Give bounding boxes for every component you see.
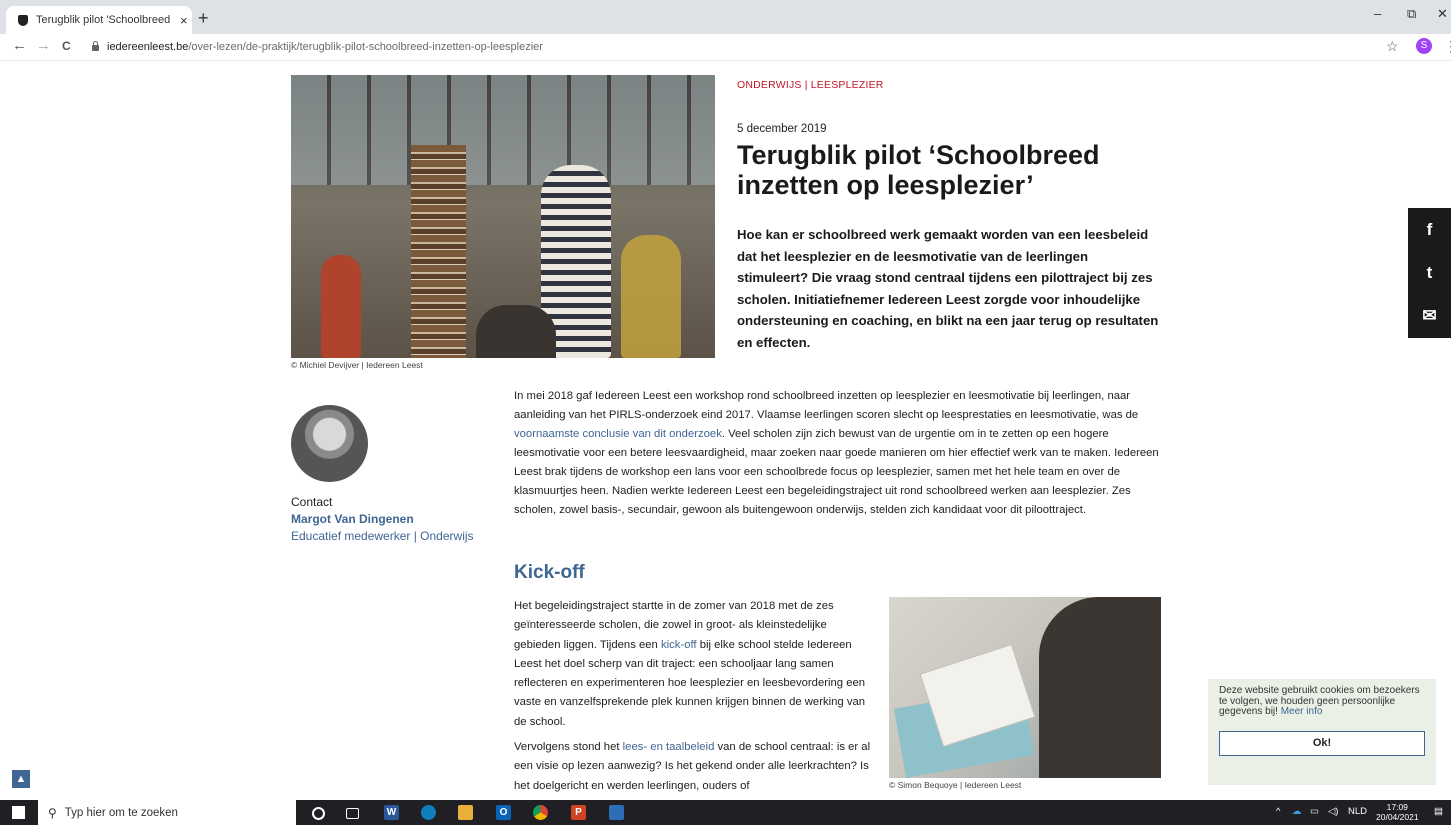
article-paragraph: In mei 2018 gaf Iedereen Leest een works… — [514, 390, 1159, 516]
taskbar-search-input[interactable]: ⚲ Typ hier om te zoeken — [38, 800, 296, 825]
article-intro: Hoe kan er schoolbreed werk gemaakt word… — [737, 227, 1159, 350]
windows-start-icon[interactable] — [12, 806, 25, 819]
taskbar-clock[interactable]: 17:09 20/04/2021 — [1376, 802, 1419, 822]
maximize-button[interactable]: ⧉ — [1407, 6, 1416, 22]
tab-title: Terugblik pilot 'Schoolbreed inze — [36, 14, 174, 26]
file-explorer-icon[interactable] — [458, 805, 473, 820]
browser-tab-bar: Terugblik pilot 'Schoolbreed inze × + – … — [0, 0, 1451, 34]
article-title: Terugblik pilot ‘Schoolbreed inzetten op… — [737, 140, 1100, 200]
twitter-icon[interactable]: t — [1408, 251, 1451, 294]
url-host: iedereenleest.be — [107, 41, 189, 53]
chrome-icon[interactable] — [533, 805, 548, 820]
bookmark-star-icon[interactable]: ☆ — [1386, 38, 1399, 55]
address-bar: ← → C iedereenleest.be/over-lezen/de-pra… — [0, 34, 1451, 61]
scroll-to-top-button[interactable]: ▲ — [12, 770, 30, 788]
contact-avatar — [291, 405, 368, 482]
edge-icon[interactable] — [421, 805, 436, 820]
minimize-button[interactable]: – — [1374, 6, 1381, 21]
volume-icon[interactable]: ◁) — [1328, 806, 1338, 817]
lock-icon — [92, 41, 99, 51]
lees-taalbeleid-link[interactable]: lees- en taalbeleid — [623, 741, 715, 753]
section-heading: Kick-off — [514, 562, 585, 583]
kick-off-link[interactable]: kick-off — [661, 639, 697, 651]
photos-icon[interactable] — [609, 805, 624, 820]
cookie-text: Deze website gebruikt cookies om bezoeke… — [1219, 685, 1420, 717]
back-button[interactable]: ← — [12, 37, 27, 54]
article-date: 5 december 2019 — [737, 123, 827, 135]
contact-label: Contact — [291, 495, 333, 509]
hero-image-credit: © Michiel Devijver | Iedereen Leest — [291, 360, 423, 370]
language-indicator[interactable]: NLD — [1348, 806, 1367, 817]
clock-time: 17:09 — [1386, 802, 1408, 812]
onedrive-icon[interactable]: ☁ — [1292, 806, 1302, 817]
site-favicon-icon — [18, 14, 28, 26]
article-paragraph: Vervolgens stond het lees- en taalbeleid… — [514, 741, 871, 792]
article-categories[interactable]: ONDERWIJS | LEESPLEZIER — [737, 79, 884, 91]
tray-chevron-icon[interactable]: ^ — [1276, 806, 1280, 817]
forward-button[interactable]: → — [36, 37, 51, 54]
windows-taskbar: ⚲ Typ hier om te zoeken W O P ^ ☁ ▭ ◁) N… — [0, 800, 1451, 825]
article-paragraph: Het begeleidingstraject startte in de zo… — [514, 600, 866, 728]
cookie-banner: Deze website gebruikt cookies om bezoeke… — [1208, 679, 1436, 785]
reload-button[interactable]: C — [62, 39, 71, 53]
network-icon[interactable]: ▭ — [1310, 806, 1319, 817]
close-window-button[interactable]: ✕ — [1437, 6, 1448, 22]
cookie-ok-button[interactable]: Ok! — [1219, 731, 1425, 756]
taskbar-search-placeholder: Typ hier om te zoeken — [64, 806, 178, 819]
cookie-more-info-link[interactable]: Meer info — [1281, 706, 1323, 717]
task-view-icon[interactable] — [346, 808, 359, 819]
tab-close-icon[interactable]: × — [180, 13, 188, 28]
new-tab-button[interactable]: + — [198, 8, 209, 29]
powerpoint-icon[interactable]: P — [571, 805, 586, 820]
clock-date: 20/04/2021 — [1376, 812, 1419, 822]
menu-kebab-icon[interactable]: ⋮ — [1444, 38, 1451, 55]
browser-tab[interactable]: Terugblik pilot 'Schoolbreed inze × — [6, 6, 192, 34]
url-path: /over-lezen/de-praktijk/terugblik-pilot-… — [188, 41, 543, 53]
email-icon[interactable]: ✉ — [1408, 294, 1451, 337]
research-conclusion-link[interactable]: voornaamste conclusie van dit onderzoek — [514, 428, 722, 440]
hero-image — [291, 75, 715, 358]
search-icon: ⚲ — [48, 805, 57, 820]
contact-name-link[interactable]: Margot Van Dingenen — [291, 512, 414, 526]
facebook-icon[interactable]: f — [1408, 208, 1451, 251]
contact-role-link[interactable]: Educatief medewerker | Onderwijs — [291, 529, 474, 543]
profile-avatar[interactable]: S — [1416, 38, 1432, 54]
notifications-icon[interactable]: ▤ — [1434, 806, 1443, 817]
word-icon[interactable]: W — [384, 805, 399, 820]
outlook-icon[interactable]: O — [496, 805, 511, 820]
url-field[interactable]: iedereenleest.be/over-lezen/de-praktijk/… — [86, 37, 1376, 57]
workshop-image-credit: © Simon Bequoye | Iedereen Leest — [889, 780, 1022, 790]
cortana-icon[interactable] — [312, 807, 325, 820]
social-share-bar: f t ✉ — [1408, 208, 1451, 338]
workshop-image — [889, 597, 1161, 778]
